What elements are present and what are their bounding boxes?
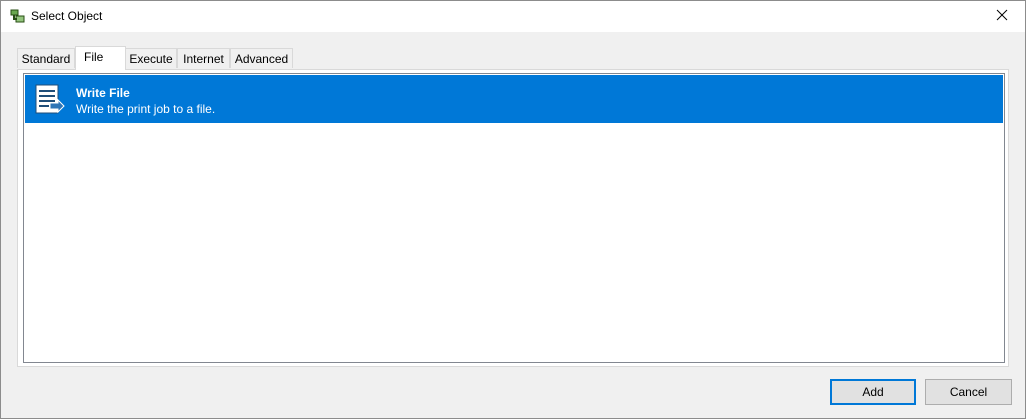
cancel-button-label: Cancel (949, 385, 988, 399)
tab-advanced[interactable]: Advanced (230, 48, 293, 68)
select-object-icon (10, 8, 26, 24)
list-item-write-file[interactable]: Write File Write the print job to a file… (25, 75, 1003, 123)
list-item-description: Write the print job to a file. (76, 102, 216, 116)
tab-label: Execute (129, 52, 173, 66)
tab-label: File (84, 50, 104, 64)
window-title: Select Object (31, 9, 103, 23)
tab-file[interactable]: File (75, 46, 126, 70)
tab-standard[interactable]: Standard (17, 48, 75, 68)
tab-label: Internet (183, 52, 224, 66)
add-button-label: Add (862, 385, 884, 399)
tab-label: Advanced (234, 52, 289, 66)
tab-label: Standard (21, 52, 71, 66)
title-bar: Select Object (1, 1, 1025, 32)
write-file-icon (34, 84, 66, 116)
tab-internet[interactable]: Internet (177, 48, 230, 68)
select-object-dialog: Select Object Standard File Execute Inte… (0, 0, 1026, 419)
object-list[interactable]: Write File Write the print job to a file… (23, 73, 1005, 363)
add-button[interactable]: Add (830, 379, 916, 405)
close-icon (996, 9, 1008, 24)
close-button[interactable] (979, 1, 1025, 32)
cancel-button[interactable]: Cancel (925, 379, 1012, 405)
list-item-title: Write File (76, 86, 130, 100)
tab-execute[interactable]: Execute (125, 48, 177, 68)
